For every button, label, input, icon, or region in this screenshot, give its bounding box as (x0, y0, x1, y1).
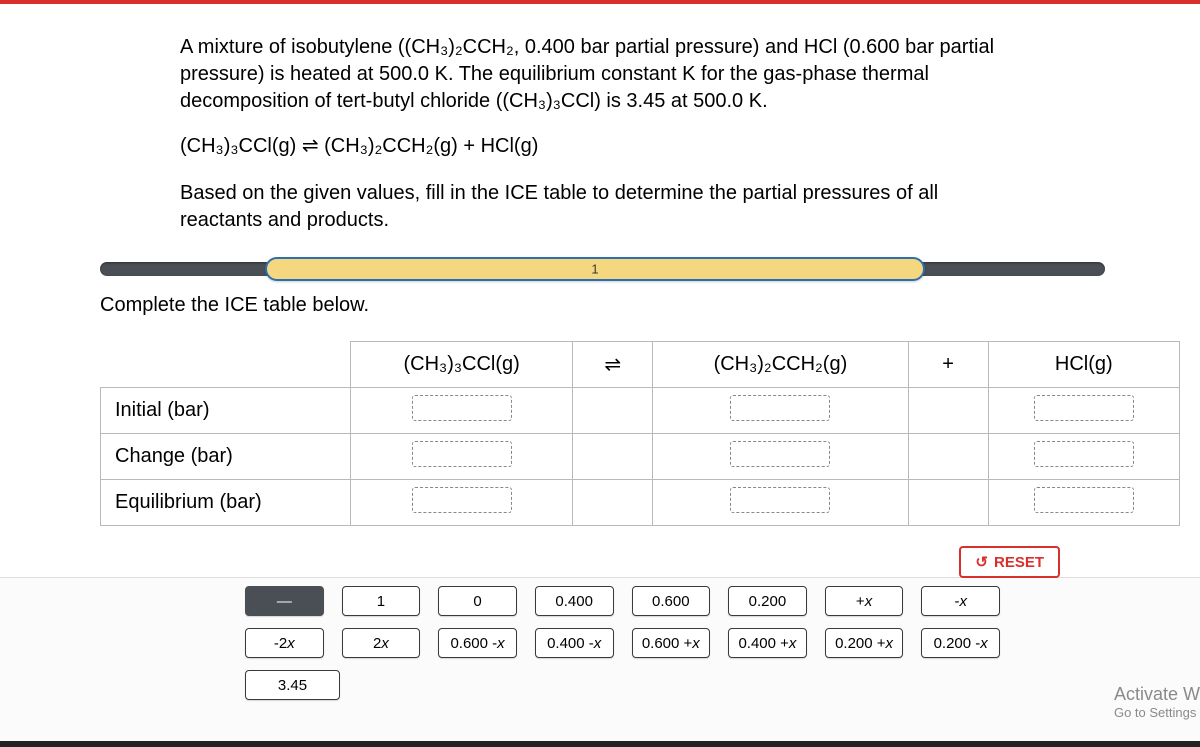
content-area: A mixture of isobutylene ((CH₃)₂CCH₂, 0.… (0, 4, 1000, 700)
watermark-line-1: Activate W (1114, 684, 1200, 706)
tile[interactable]: 0.200 (728, 586, 807, 616)
tile[interactable]: 0 (438, 586, 517, 616)
ice-table: (CH₃)₃CCl(g) ⇌ (CH₃)₂CCH₂(g) + HCl(g) In… (100, 341, 1180, 526)
plus-sign: + (908, 342, 988, 388)
tile-row-3: 3.45 (245, 670, 1000, 700)
row-label-equilibrium: Equilibrium (bar) (101, 480, 351, 526)
equilibrium-arrow: ⇌ (573, 342, 653, 388)
undo-icon: ↺ (975, 553, 988, 571)
drop-initial-c1[interactable] (412, 395, 512, 421)
drop-change-c3[interactable] (1034, 441, 1134, 467)
tile[interactable]: — (245, 586, 324, 616)
tile[interactable]: -2x-2x (245, 628, 324, 658)
tile-row-1: — 1 0 0.400 0.600 0.200 ++xx -x-x (245, 586, 1000, 616)
tile[interactable]: 0.200 + x0.200 + x (825, 628, 904, 658)
drop-eq-c1[interactable] (412, 487, 512, 513)
drop-initial-c2[interactable] (730, 395, 830, 421)
tile[interactable]: 0.400 + x0.400 + x (728, 628, 807, 658)
watermark-line-2: Go to Settings (1114, 705, 1200, 721)
reset-label: RESET (994, 554, 1044, 571)
species-col-3: HCl(g) (988, 342, 1179, 388)
progress-step-indicator[interactable]: 1 (265, 257, 925, 281)
tile[interactable]: 3.45 (245, 670, 340, 700)
tile[interactable]: 0.200 - x0.200 - x (921, 628, 1000, 658)
drop-eq-c2[interactable] (730, 487, 830, 513)
tile[interactable]: 0.600 + x0.600 + x (632, 628, 711, 658)
species-col-2: (CH₃)₂CCH₂(g) (653, 342, 908, 388)
bottom-bar (0, 741, 1200, 747)
drop-change-c1[interactable] (412, 441, 512, 467)
tile[interactable]: ++xx (825, 586, 904, 616)
row-label-initial: Initial (bar) (101, 388, 351, 434)
tile[interactable]: 0.600 (632, 586, 711, 616)
drop-change-c2[interactable] (730, 441, 830, 467)
problem-paragraph-1: A mixture of isobutylene ((CH₃)₂CCH₂, 0.… (180, 34, 1000, 115)
tile[interactable]: 2x2x (342, 628, 421, 658)
row-label-change: Change (bar) (101, 434, 351, 480)
progress-step-label: 1 (591, 262, 598, 277)
tile[interactable]: -x-x (921, 586, 1000, 616)
tile[interactable]: 0.400 - x0.400 - x (535, 628, 614, 658)
tile-row-2: -2x-2x 2x2x 0.600 - x0.600 - x 0.400 - x… (245, 628, 1000, 658)
drop-initial-c3[interactable] (1034, 395, 1134, 421)
progress-bar: 1 (100, 262, 1105, 276)
step-instruction: Complete the ICE table below. (100, 294, 1000, 317)
reset-button[interactable]: ↺ RESET (959, 546, 1060, 578)
tile[interactable]: 0.600 - x0.600 - x (438, 628, 517, 658)
species-col-1: (CH₃)₃CCl(g) (351, 342, 573, 388)
tile[interactable]: 1 (342, 586, 421, 616)
equilibrium-equation: (CH₃)₃CCl(g) ⇌ (CH₃)₂CCH₂(g) + HCl(g) (180, 133, 1000, 158)
tile[interactable]: 0.400 (535, 586, 614, 616)
drop-eq-c3[interactable] (1034, 487, 1134, 513)
windows-activation-watermark: Activate W Go to Settings (1114, 684, 1200, 721)
problem-paragraph-2: Based on the given values, fill in the I… (180, 180, 1000, 234)
